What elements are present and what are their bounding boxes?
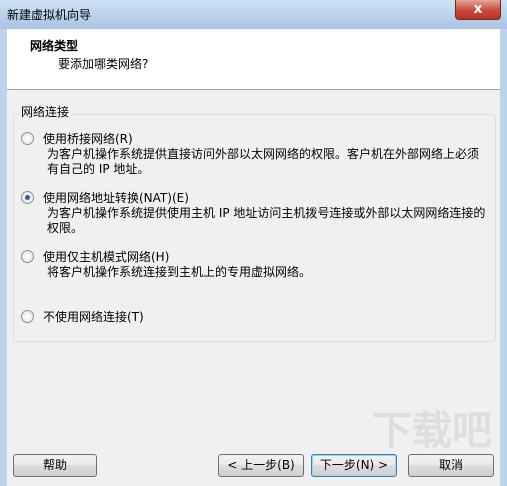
window-frame-left — [0, 29, 7, 486]
help-button[interactable]: 帮助 — [13, 454, 97, 477]
next-button[interactable]: 下一步(N) > — [311, 454, 397, 477]
option-nat-label[interactable]: 使用网络地址转换(NAT)(E) — [43, 189, 189, 206]
title-bar: 新建虚拟机向导 x — [0, 0, 507, 29]
option-bridged-label[interactable]: 使用桥接网络(R) — [43, 130, 133, 147]
group-label: 网络连接 — [19, 103, 72, 120]
window-frame-right — [500, 29, 507, 486]
radio-nat[interactable] — [21, 191, 34, 204]
window-title: 新建虚拟机向导 — [7, 8, 92, 22]
option-host-only-label[interactable]: 使用仅主机模式网络(H) — [43, 248, 169, 265]
radio-host-only[interactable] — [21, 250, 34, 263]
wizard-header: 网络类型 要添加哪类网络? — [7, 29, 500, 90]
option-no-network-label[interactable]: 不使用网络连接(T) — [43, 308, 144, 325]
radio-bridged[interactable] — [21, 132, 34, 145]
dialog-body: 网络类型 要添加哪类网络? 网络连接 使用桥接网络(R) 为客户机操作系统提供直… — [7, 29, 500, 486]
option-host-only-description: 将客户机操作系统连接到主机上的专用虚拟网络。 — [47, 265, 312, 279]
cancel-button[interactable]: 取消 — [408, 454, 494, 477]
page-subtitle: 要添加哪类网络? — [58, 57, 149, 71]
watermark-logo: 下载吧 — [372, 408, 492, 454]
close-icon: x — [473, 1, 483, 17]
back-button[interactable]: < 上一步(B) — [218, 454, 304, 477]
radio-no-network[interactable] — [21, 310, 34, 323]
page-title: 网络类型 — [30, 39, 79, 53]
close-button[interactable]: x — [455, 0, 501, 20]
option-nat-description: 为客户机操作系统提供使用主机 IP 地址访问主机拨号连接或外部以太网网络连接的权… — [47, 206, 486, 235]
option-bridged-description: 为客户机操作系统提供直接访问外部以太网网络的权限。客户机在外部网络上必须有自己的… — [47, 147, 480, 176]
